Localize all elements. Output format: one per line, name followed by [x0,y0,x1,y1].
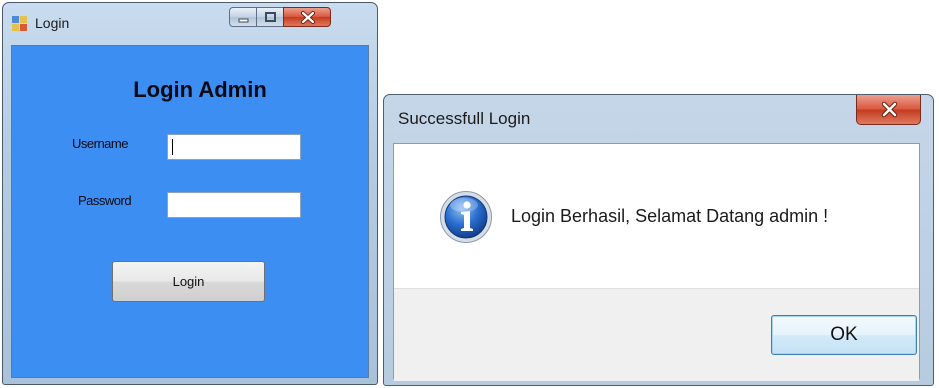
ok-button[interactable]: OK [771,315,917,355]
login-window: Login Login Admin Username Password Logi… [2,2,378,385]
username-input[interactable] [167,134,301,160]
message-box-close-button[interactable] [856,95,921,125]
login-form: Login Admin Username Password Login [11,45,369,378]
text-caret [172,139,173,155]
maximize-icon [265,12,276,22]
maximize-button[interactable] [256,7,284,27]
message-box-title: Successfull Login [398,109,531,128]
button-bar: OK [394,288,919,381]
message-box-body: Login Berhasil, Selamat Datang admin ! O… [393,143,920,381]
minimize-icon [238,18,249,23]
password-label: Password [78,193,132,208]
message-box-window: Successfull Login Login Berhasil, Selama… [383,94,934,386]
app-icon [12,16,28,32]
login-window-title: Login [35,15,70,31]
close-button[interactable] [283,7,331,27]
login-window-titlebar[interactable]: Login [3,3,377,45]
username-label: Username [72,136,128,151]
close-icon [881,101,898,118]
password-input[interactable] [167,192,301,218]
message-area: Login Berhasil, Selamat Datang admin ! [394,144,919,288]
login-heading: Login Admin [133,77,267,102]
info-icon [440,191,492,243]
close-icon [301,11,315,24]
message-text: Login Berhasil, Selamat Datang admin ! [511,206,829,226]
minimize-button[interactable] [229,7,257,27]
login-button[interactable]: Login [112,261,265,302]
